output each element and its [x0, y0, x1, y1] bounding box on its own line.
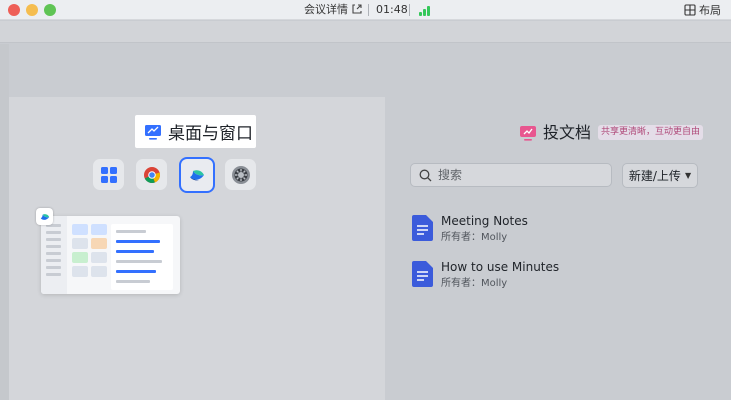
meeting-timer: 01:48 — [376, 3, 408, 16]
caret-down-icon: ▼ — [684, 171, 692, 180]
cast-document-title: 投文档 — [543, 123, 592, 142]
layout-button[interactable]: 布局 — [684, 2, 721, 18]
divider — [368, 4, 369, 16]
chrome-icon — [143, 166, 160, 183]
document-name: Meeting Notes — [441, 214, 528, 228]
external-link-icon[interactable] — [351, 3, 363, 15]
search-icon — [419, 169, 432, 181]
preview-list — [111, 224, 173, 290]
cast-promo-badge: 共享更清晰，互动更自由 — [598, 125, 704, 140]
signal-strength-icon[interactable] — [419, 4, 433, 16]
system-settings-window-button[interactable] — [225, 159, 256, 190]
meeting-details-title[interactable]: 会议详情 — [304, 2, 348, 18]
window-close-button[interactable] — [8, 4, 20, 16]
window-preview-thumbnail[interactable] — [41, 216, 180, 294]
chrome-window-button[interactable] — [136, 159, 167, 190]
divider — [409, 4, 410, 16]
document-name: How to use Minutes — [441, 260, 560, 274]
desktop-and-windows-tab[interactable]: 桌面与窗口 — [135, 115, 256, 148]
document-search-input[interactable] — [438, 168, 598, 182]
layout-label: 布局 — [699, 4, 721, 17]
app-grid-icon — [100, 166, 117, 183]
app-grid-button[interactable] — [93, 159, 124, 190]
meeting-app-window-button[interactable] — [179, 157, 215, 193]
new-upload-button[interactable]: 新建/上传 ▼ — [622, 163, 698, 188]
toolbar-band — [0, 21, 731, 43]
document-item[interactable]: Meeting Notes 所有者：Molly — [410, 213, 610, 247]
window-minimize-button[interactable] — [26, 4, 38, 16]
document-owner: 所有者：Molly — [441, 278, 508, 289]
window-zoom-button[interactable] — [44, 4, 56, 16]
meeting-app-icon — [190, 170, 204, 181]
doc-file-icon — [412, 261, 433, 287]
document-search-box[interactable] — [410, 163, 612, 187]
new-upload-label: 新建/上传 — [628, 169, 681, 183]
doc-file-icon — [412, 215, 433, 241]
preview-sidebar — [41, 216, 67, 294]
layout-grid-icon — [684, 4, 696, 16]
window-edge — [0, 44, 9, 400]
document-item[interactable]: How to use Minutes 所有者：Molly — [410, 259, 610, 293]
document-owner: 所有者：Molly — [441, 232, 508, 243]
monitor-icon — [145, 124, 161, 140]
settings-gear-icon — [231, 165, 250, 184]
title-bar: 会议详情 01:48 布局 — [0, 0, 731, 20]
desktop-and-windows-label: 桌面与窗口 — [168, 124, 253, 144]
preview-app-badge-icon — [36, 208, 53, 225]
cast-document-icon — [520, 126, 536, 141]
